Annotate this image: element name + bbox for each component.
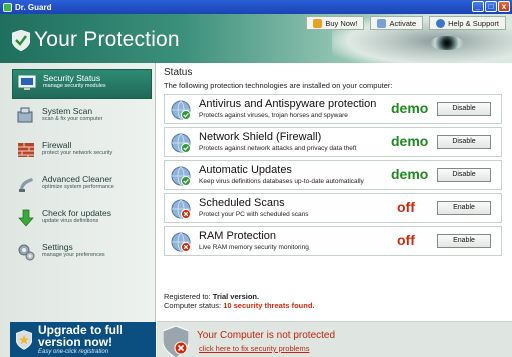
protection-state: demo [391,133,429,149]
shield-check-logo-icon [12,30,30,51]
sidebar-item-settings[interactable]: Settings manage your preferences [12,239,152,269]
protection-title: Automatic Updates [199,164,292,176]
minimize-button[interactable]: _ [472,1,484,12]
protection-title: Antivirus and Antispyware protection [199,98,377,110]
sidebar-item-sub: protect your network security [42,150,113,156]
sidebar-item-sub: update virus definitions [42,218,99,224]
upgrade-title: Upgrade to full version now! [38,323,123,349]
globe-check-icon [171,100,191,120]
protection-desc: Protects against network attacks and pri… [199,145,357,152]
alert-banner: Your Computer is not protected click her… [157,321,512,357]
shield-star-icon [16,330,33,350]
computer-status-label: Computer status: [164,301,222,310]
help-support-label: Help & Support [448,18,499,28]
sidebar-item-label: System Scan [42,106,93,116]
app-shield-icon [3,2,12,12]
monitor-icon [18,75,36,90]
header-title: Your Protection [34,28,180,51]
protection-state: demo [391,166,429,182]
help-icon [436,18,446,28]
buy-now-link[interactable]: Buy Now! [306,16,365,30]
sidebar: Security Status manage security modules … [0,63,156,357]
globe-check-icon [171,133,191,153]
protection-row-automatic-updates: Automatic Updates Keep virus definitions… [164,160,502,190]
sidebar-item-sub: scan & fix your computer [42,116,103,122]
disable-button[interactable]: Disable [437,135,491,149]
protection-title: Network Shield (Firewall) [199,131,322,143]
fix-problems-link[interactable]: click here to fix security problems [199,344,309,353]
enable-button[interactable]: Enable [437,234,491,248]
protection-row-ram-protection: RAM Protection Live RAM memory security … [164,226,502,256]
settings-icon [18,244,35,261]
protection-state: off [397,199,415,215]
key-icon [377,18,387,28]
app-header: Your Protection Buy Now! Activate Help &… [0,14,512,63]
registered-label: Registered to: [164,292,211,301]
protection-row-scheduled-scans: Scheduled Scans Protect your PC with sch… [164,193,502,223]
firewall-icon [18,143,34,157]
protection-list: Antivirus and Antispyware protection Pro… [164,94,502,259]
window-controls: _ □ x [472,1,510,12]
protection-row-antivirus: Antivirus and Antispyware protection Pro… [164,94,502,124]
download-arrow-icon [18,209,34,227]
sidebar-item-label: Check for updates [42,208,111,218]
activate-label: Activate [389,18,417,28]
sidebar-item-label: Advanced Cleaner [42,174,112,184]
protection-desc: Protects against viruses, trojan horses … [199,112,348,119]
enable-button[interactable]: Enable [437,201,491,215]
disable-button[interactable]: Disable [437,168,491,182]
sidebar-item-system-scan[interactable]: System Scan scan & fix your computer [12,103,152,133]
window-title: Dr. Guard [15,2,52,12]
sidebar-item-label: Firewall [42,140,72,150]
protection-desc: Live RAM memory security monitoring [199,244,309,251]
protection-desc: Keep virus definitions databases up-to-d… [199,178,364,185]
close-button[interactable]: x [498,1,510,12]
disable-button[interactable]: Disable [437,102,491,116]
protection-title: RAM Protection [199,230,277,242]
help-support-link[interactable]: Help & Support [429,16,506,30]
sidebar-item-advanced-cleaner[interactable]: Advanced Cleaner optimize system perform… [12,171,152,201]
computer-status-value: 10 security threats found. [223,301,315,310]
registration-info: Registered to: Trial version. Computer s… [164,292,314,310]
activate-link[interactable]: Activate [370,16,424,30]
status-intro: The following protection technologies ar… [164,81,393,90]
top-links: Buy Now! Activate Help & Support [306,16,506,30]
buy-now-label: Buy Now! [325,18,358,28]
protection-row-network-shield: Network Shield (Firewall) Protects again… [164,127,502,157]
sidebar-item-label: Security Status [43,73,101,83]
protection-state: demo [391,100,429,116]
eye-image [430,36,464,50]
globe-check-icon [171,166,191,186]
scan-icon [17,107,33,123]
sidebar-item-security-status[interactable]: Security Status manage security modules [12,69,152,99]
window-titlebar: Dr. Guard _ □ x [0,0,512,14]
cleaner-icon [19,178,33,192]
globe-error-icon [171,232,191,252]
maximize-button[interactable]: □ [485,1,497,12]
alert-title: Your Computer is not protected [197,330,336,341]
globe-error-icon [171,199,191,219]
upgrade-banner[interactable]: Upgrade to full version now! Easy one-cl… [10,322,156,357]
sidebar-item-firewall[interactable]: Firewall protect your network security [12,137,152,167]
upgrade-sub: Easy one-click registration [38,349,109,355]
sidebar-item-check-updates[interactable]: Check for updates update virus definitio… [12,205,152,235]
protection-state: off [397,232,415,248]
sidebar-item-sub: manage your preferences [42,252,105,258]
shield-error-icon [163,326,189,357]
sidebar-item-sub: manage security modules [43,83,106,89]
page-title: Status [164,67,193,78]
protection-desc: Protect your PC with scheduled scans [199,211,309,218]
main-panel: Status The following protection technolo… [157,63,512,357]
registered-value: Trial version. [212,292,260,301]
protection-title: Scheduled Scans [199,197,285,209]
sidebar-item-sub: optimize system performance [42,184,114,190]
sidebar-item-label: Settings [42,242,73,252]
cart-icon [313,18,323,28]
